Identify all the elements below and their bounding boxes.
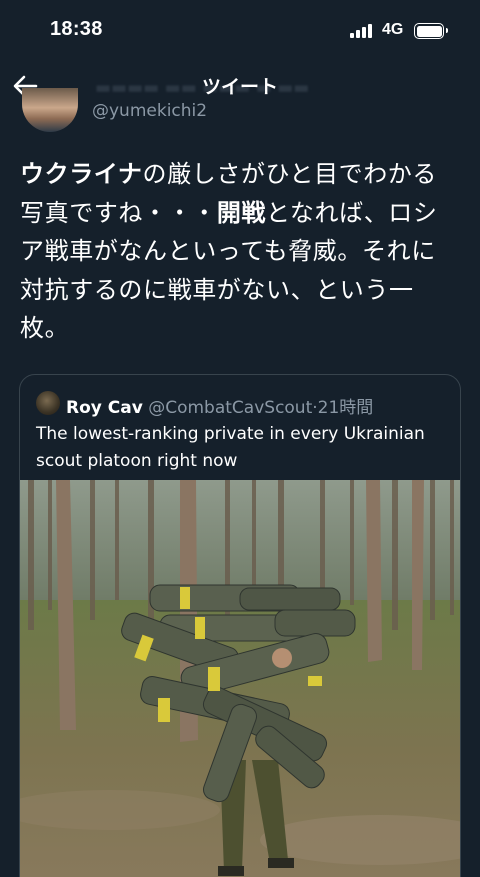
quoted-tweet-text: The lowest-ranking private in every Ukra… (36, 424, 425, 471)
quoted-tweet-header: Roy Cav @CombatCavScout·21時間 (66, 393, 373, 418)
quoted-author-name: Roy Cav (66, 398, 143, 418)
status-time: 18:38 (50, 18, 103, 40)
tweet-text: ウクライナの厳しさがひと目でわかる写真ですね・・・開戦となれば、ロシア戦車がなん… (20, 155, 460, 348)
status-bar: 18:38 4G (0, 0, 480, 62)
quoted-author-avatar (36, 391, 60, 415)
tweet-text-bold: 開戦 (216, 198, 267, 227)
quoted-author-handle: @CombatCavScout (148, 398, 313, 418)
network-type: 4G (382, 21, 404, 38)
photo-illustration (20, 480, 460, 877)
signal-strength-icon (350, 24, 374, 38)
quoted-tweet-photo[interactable] (20, 480, 460, 877)
author-avatar[interactable] (22, 88, 78, 132)
quoted-tweet-card[interactable]: Roy Cav @CombatCavScout·21時間 The lowest-… (19, 374, 461, 877)
battery-icon (414, 23, 448, 39)
tweet-text-bold: ウクライナ (20, 160, 143, 188)
quoted-tweet-time: 21時間 (317, 398, 374, 418)
author-handle[interactable]: @yumekichi2 (92, 101, 207, 121)
